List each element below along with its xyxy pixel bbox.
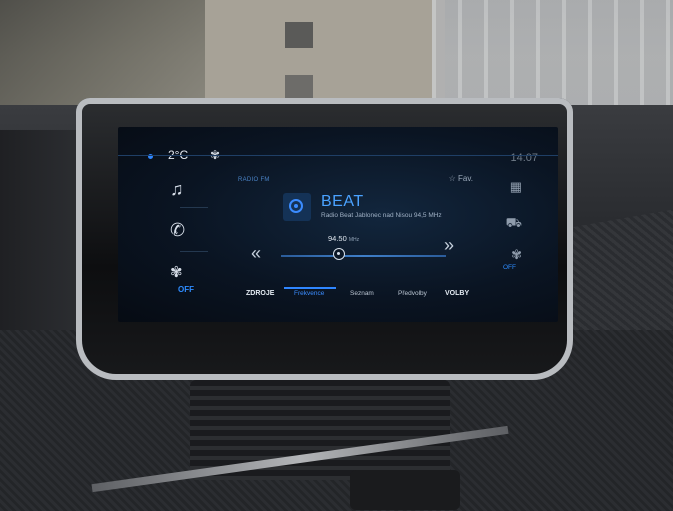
radio-signal-icon [289, 199, 303, 213]
clock: 14:07 [510, 152, 538, 164]
bottom-tab-bar: ZDROJE Frekvence Seznam Předvolby VOLBY [238, 287, 478, 314]
hardware-buttons[interactable] [350, 470, 460, 510]
station-description: Radio Beat Jablonec nad Nisou 94,5 MHz [321, 212, 442, 219]
favorite-label: Fav. [458, 174, 473, 183]
tab-zdroje[interactable]: ZDROJE [246, 290, 274, 297]
climate-off-label: OFF [178, 285, 194, 294]
station-logo [283, 193, 311, 221]
fan-icon[interactable]: ✾ [170, 263, 183, 281]
infotainment-screen: 2°C ✾ 14:07 ♫ ✆ ✾ OFF RADIO FM BEAT Radi… [118, 127, 558, 322]
frequency-readout: 94.50 MHz [328, 234, 359, 243]
climate-off-label: OFF [503, 264, 516, 271]
tab-predvolby[interactable]: Předvolby [398, 290, 427, 297]
divider [180, 207, 208, 208]
frequency-unit: MHz [348, 237, 360, 243]
source-label: RADIO FM [238, 177, 270, 183]
seek-back-icon[interactable]: « [251, 243, 261, 264]
frequency-value: 94.50 [328, 234, 347, 243]
tab-seznam[interactable]: Seznam [350, 290, 374, 297]
fan-icon[interactable]: ✾ [511, 247, 522, 263]
frequency-slider[interactable] [281, 255, 446, 257]
favorite-button[interactable]: ☆ Fav. [449, 174, 473, 183]
phone-icon[interactable]: ✆ [170, 220, 185, 241]
station-name: BEAT [321, 193, 364, 210]
divider [180, 251, 208, 252]
active-tab-indicator [284, 287, 336, 289]
frequency-slider-handle[interactable] [333, 248, 345, 260]
seek-forward-icon[interactable]: » [444, 235, 454, 256]
building-window [285, 75, 313, 99]
car-icon[interactable]: ⛟ [506, 215, 522, 233]
tab-frekvence[interactable]: Frekvence [294, 290, 324, 297]
building-window [285, 22, 313, 48]
grid-icon[interactable]: ▦ [510, 179, 522, 195]
music-icon[interactable]: ♫ [170, 179, 184, 200]
tab-volby[interactable]: VOLBY [445, 290, 469, 297]
building-outside [205, 0, 445, 112]
screen-top-rail [118, 155, 558, 156]
